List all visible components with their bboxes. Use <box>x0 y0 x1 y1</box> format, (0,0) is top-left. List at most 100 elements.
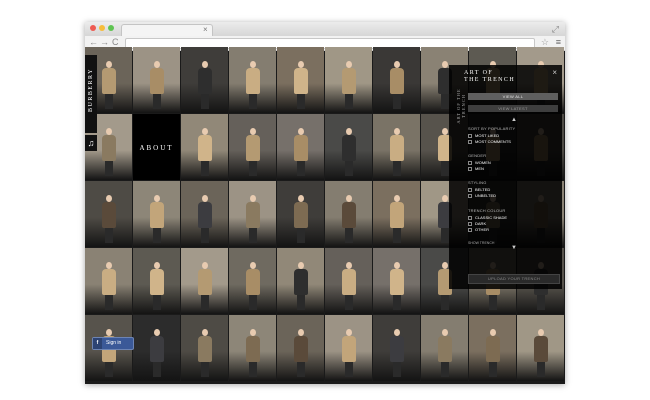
option-label: UNBELTED <box>475 193 497 198</box>
photo-tile[interactable] <box>277 315 324 381</box>
photo-tile[interactable] <box>325 248 372 314</box>
photo-tile[interactable] <box>373 248 420 314</box>
photo-tile[interactable] <box>229 248 276 314</box>
view-latest-button[interactable]: VIEW LATEST <box>468 105 558 112</box>
person-in-trench-coat <box>293 61 308 109</box>
person-in-trench-coat <box>149 329 164 377</box>
option-label: BELTED <box>475 187 491 192</box>
checkbox[interactable] <box>468 133 472 138</box>
photo-tile[interactable] <box>277 181 324 247</box>
styling-heading: STYLING <box>468 180 487 185</box>
person-in-trench-coat <box>533 329 548 377</box>
option-label: MOST COMMENTS <box>475 139 511 144</box>
tab-close-icon[interactable]: × <box>203 25 208 34</box>
person-in-trench-coat <box>101 195 116 243</box>
fullscreen-icon[interactable]: ⤢ <box>552 24 559 34</box>
photo-tile[interactable] <box>85 181 132 247</box>
photo-tile[interactable] <box>229 181 276 247</box>
person-in-trench-coat <box>389 61 404 109</box>
photo-tile[interactable] <box>469 315 516 381</box>
checkbox[interactable] <box>468 139 472 144</box>
photo-tile[interactable] <box>133 181 180 247</box>
photo-tile[interactable] <box>181 114 228 180</box>
sign-in-label: Sign in <box>106 340 122 346</box>
upload-trench-button[interactable]: UPLOAD YOUR TRENCH <box>468 274 560 284</box>
person-in-trench-coat <box>293 329 308 377</box>
option-label: WOMEN <box>475 160 491 165</box>
photo-tile[interactable] <box>229 315 276 381</box>
scroll-down-icon[interactable]: ▼ <box>511 245 517 252</box>
photo-tile[interactable] <box>181 47 228 113</box>
photo-tile[interactable] <box>373 181 420 247</box>
facebook-sign-in-button[interactable]: f Sign in <box>92 337 134 350</box>
about-tile[interactable]: ABOUT <box>133 114 180 180</box>
photo-tile[interactable] <box>421 315 468 381</box>
zoom-window-button[interactable] <box>108 25 114 31</box>
brand-logo: BURBERRY <box>88 68 94 113</box>
person-in-trench-coat <box>341 329 356 377</box>
scroll-up-icon[interactable]: ▲ <box>511 117 517 124</box>
photo-tile[interactable] <box>277 47 324 113</box>
filter-unbelted[interactable]: UNBELTED <box>468 193 496 198</box>
photo-tile[interactable] <box>229 47 276 113</box>
filter-most-liked[interactable]: MOST LIKED <box>468 133 499 138</box>
photo-tile[interactable] <box>85 248 132 314</box>
close-window-button[interactable] <box>90 25 96 31</box>
person-in-trench-coat <box>197 329 212 377</box>
photo-tile[interactable] <box>325 47 372 113</box>
checkbox[interactable] <box>468 166 472 171</box>
brand-sidebar[interactable]: BURBERRY <box>85 55 97 133</box>
person-in-trench-coat <box>149 61 164 109</box>
photo-tile[interactable] <box>325 315 372 381</box>
photo-tile[interactable] <box>373 47 420 113</box>
minimize-window-button[interactable] <box>99 25 105 31</box>
filter-women[interactable]: WOMEN <box>468 160 491 165</box>
option-label: MOST LIKED <box>475 133 500 138</box>
photo-tile[interactable] <box>325 181 372 247</box>
music-icon[interactable]: ♫ <box>85 135 97 151</box>
filter-other[interactable]: OTHER <box>468 227 489 232</box>
checkbox[interactable] <box>468 193 472 198</box>
photo-tile[interactable] <box>181 181 228 247</box>
filter-men[interactable]: MEN <box>468 166 484 171</box>
checkbox[interactable] <box>468 187 472 192</box>
photo-tile[interactable] <box>133 47 180 113</box>
checkbox[interactable] <box>468 227 472 232</box>
checkbox[interactable] <box>468 160 472 165</box>
photo-tile[interactable] <box>277 114 324 180</box>
show-trench-link[interactable]: SHOW TRENCH <box>468 241 494 246</box>
sort-heading: SORT BY POPULARITY <box>468 126 516 131</box>
option-label: DARK <box>475 221 487 226</box>
filter-belted[interactable]: BELTED <box>468 187 490 192</box>
person-in-trench-coat <box>101 61 116 109</box>
person-in-trench-coat <box>149 195 164 243</box>
panel-title-line-1: ART OF <box>464 70 494 76</box>
person-in-trench-coat <box>101 128 116 176</box>
checkbox[interactable] <box>468 215 472 220</box>
person-in-trench-coat <box>245 329 260 377</box>
person-in-trench-coat <box>341 128 356 176</box>
photo-tile[interactable] <box>229 114 276 180</box>
photo-tile[interactable] <box>133 315 180 381</box>
checkbox[interactable] <box>468 221 472 226</box>
photo-tile[interactable] <box>181 248 228 314</box>
person-in-trench-coat <box>341 262 356 310</box>
person-in-trench-coat <box>293 262 308 310</box>
photo-tile[interactable] <box>517 315 564 381</box>
panel-close-icon[interactable]: × <box>552 68 557 77</box>
panel-title: ART OF THE TRENCH <box>464 70 515 84</box>
person-in-trench-coat <box>149 262 164 310</box>
photo-tile[interactable] <box>373 315 420 381</box>
gender-heading: GENDER <box>468 153 487 158</box>
filter-dark[interactable]: DARK <box>468 221 486 226</box>
photo-tile[interactable] <box>277 248 324 314</box>
photo-tile[interactable] <box>325 114 372 180</box>
person-in-trench-coat <box>245 128 260 176</box>
photo-tile[interactable] <box>133 248 180 314</box>
person-in-trench-coat <box>197 262 212 310</box>
photo-tile[interactable] <box>373 114 420 180</box>
view-all-button[interactable]: VIEW ALL <box>468 93 558 100</box>
photo-tile[interactable] <box>181 315 228 381</box>
filter-most-comments[interactable]: MOST COMMENTS <box>468 139 511 144</box>
filter-classic-shade[interactable]: CLASSIC SHADE <box>468 215 507 220</box>
